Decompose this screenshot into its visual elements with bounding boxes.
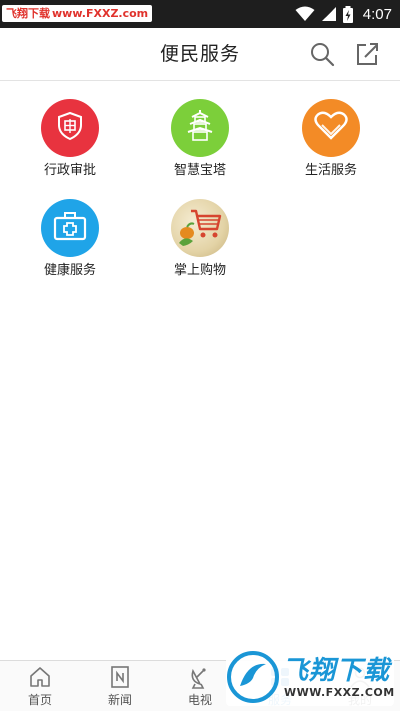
medical-kit-icon — [53, 211, 87, 245]
approval-shield-icon — [54, 110, 86, 146]
service-label: 行政审批 — [43, 163, 96, 178]
watermark-badge: 飞翔下载 www.FXXZ.com — [2, 5, 153, 22]
pagoda-icon — [184, 109, 216, 147]
wifi-icon — [295, 6, 315, 22]
nav-label: 首页 — [27, 693, 52, 707]
search-icon — [308, 40, 336, 68]
search-button[interactable] — [308, 40, 336, 68]
watermark-site: WWW.FXXZ.COM — [284, 686, 395, 699]
service-tile-icon-circle — [41, 199, 99, 257]
battery-charging-icon — [342, 5, 353, 23]
service-tile-icon-circle — [171, 99, 229, 157]
watermark-title: 飞翔下载 — [282, 656, 391, 686]
watermark-badge-name: 飞翔下载 — [6, 7, 50, 20]
status-clock: 4:07 — [362, 5, 392, 23]
home-icon — [28, 665, 52, 689]
service-label: 生活服务 — [304, 163, 357, 178]
service-tile-mobile-shopping[interactable]: 掌上购物 — [145, 181, 255, 281]
nav-item-home[interactable]: 首页 — [0, 661, 80, 711]
service-tile-administrative-approval[interactable]: 行政审批 — [15, 81, 125, 181]
nav-label: 新闻 — [107, 693, 132, 707]
page-title: 便民服务 — [159, 43, 240, 65]
nav-item-news[interactable]: 新闻 — [80, 661, 160, 711]
service-label: 掌上购物 — [173, 263, 226, 278]
share-button[interactable] — [353, 40, 381, 68]
service-tile-icon-circle — [41, 99, 99, 157]
service-label: 健康服务 — [43, 263, 96, 278]
watermark-logo-icon — [226, 650, 280, 704]
tv-dish-icon — [188, 665, 212, 689]
service-label: 智慧宝塔 — [173, 163, 226, 178]
site-watermark: 飞翔下载 WWW.FXXZ.COM — [226, 648, 394, 706]
service-tile-life-services[interactable]: 生活服务 — [276, 81, 386, 181]
shopping-cart-icon — [177, 205, 223, 251]
news-icon — [108, 665, 132, 689]
status-bar: 飞翔下载 www.FXXZ.com 4:07 — [0, 0, 400, 28]
system-icons: 4:07 — [295, 0, 392, 28]
service-tile-icon-circle — [302, 99, 360, 157]
heart-icon — [314, 111, 348, 145]
share-icon — [353, 40, 381, 68]
watermark-badge-url: www.FXXZ.com — [52, 7, 149, 20]
signal-icon — [321, 6, 337, 22]
top-header: 便民服务 — [0, 28, 400, 81]
service-tile-smart-baota[interactable]: 智慧宝塔 — [145, 81, 255, 181]
service-tile-health-services[interactable]: 健康服务 — [15, 181, 125, 281]
service-tile-icon-circle — [171, 199, 229, 257]
